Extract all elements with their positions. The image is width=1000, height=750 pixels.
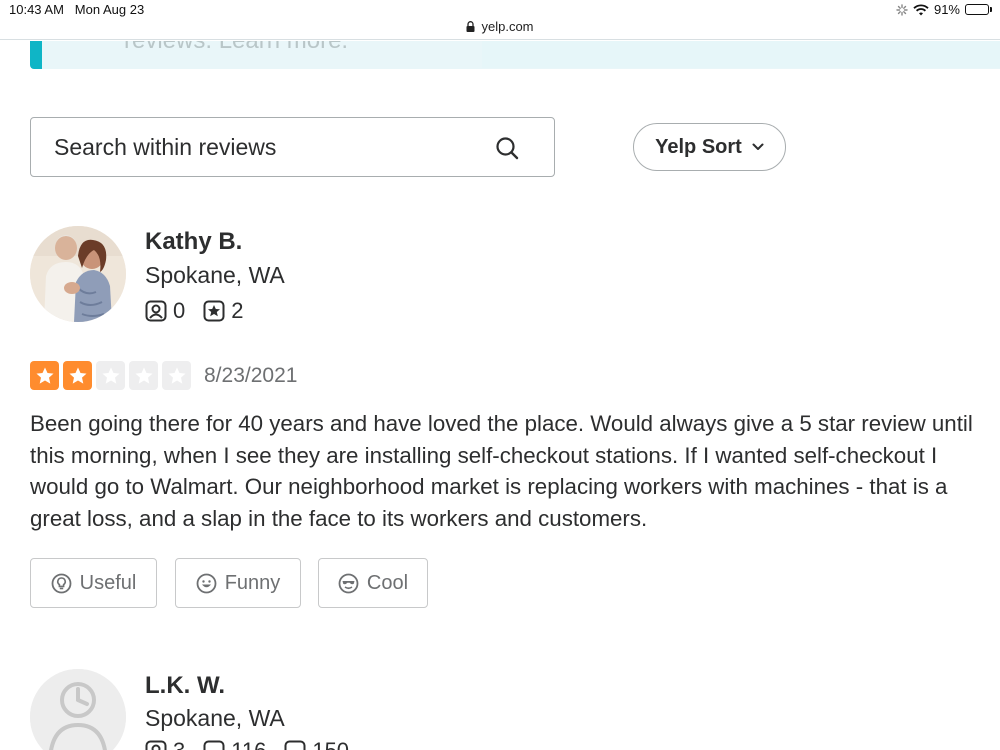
lightbulb-icon (51, 573, 72, 593)
star-icon (129, 361, 158, 390)
user-name[interactable]: Kathy B. (145, 228, 242, 256)
smiley-icon (196, 573, 217, 593)
photo-count: 150 (312, 738, 349, 750)
star-icon (30, 361, 59, 390)
photo-count-icon (284, 740, 306, 750)
review-count-icon (203, 740, 225, 750)
useful-button[interactable]: Useful (30, 558, 157, 608)
battery-icon (965, 4, 992, 15)
star-icon (63, 361, 92, 390)
user-location: Spokane, WA (145, 705, 285, 731)
funny-button[interactable]: Funny (175, 558, 301, 608)
user-name[interactable]: L.K. W. (145, 672, 225, 700)
avatar[interactable] (30, 226, 126, 322)
review-count-icon (203, 300, 225, 322)
chevron-down-icon (752, 143, 764, 150)
status-clock: 10:43 AM (9, 2, 64, 17)
friends-icon (145, 740, 167, 750)
sort-label: Yelp Sort (655, 135, 742, 158)
friends-count: 0 (173, 298, 186, 323)
status-date: Mon Aug 23 (74, 2, 145, 17)
friends-icon (145, 300, 167, 322)
sort-dropdown[interactable]: Yelp Sort (633, 123, 786, 171)
useful-label: Useful (79, 571, 137, 594)
avatar[interactable] (30, 669, 126, 750)
banner-panel (482, 41, 1000, 68)
sunglasses-icon (338, 573, 359, 593)
wifi-icon (913, 3, 929, 15)
default-avatar-icon (30, 669, 126, 750)
review-count: 116 (231, 738, 266, 750)
activity-spinner-icon (896, 3, 908, 16)
status-indicators: 91% (896, 2, 992, 17)
search-icon[interactable] (495, 136, 519, 160)
banner-text[interactable]: reviews. Learn more. (124, 41, 348, 55)
avatar-photo (30, 226, 126, 322)
battery-percent: 91% (933, 2, 960, 17)
url-text: yelp.com (481, 19, 534, 34)
review-date: 8/23/2021 (204, 364, 298, 387)
funny-label: Funny (224, 571, 281, 594)
info-banner: reviews. Learn more. (30, 41, 1000, 69)
user-stats: 3 116 150 (145, 738, 361, 750)
friends-count: 3 (173, 738, 185, 750)
review-count: 2 (231, 298, 244, 323)
star-icon (96, 361, 125, 390)
lock-icon (466, 21, 475, 32)
star-rating (30, 361, 191, 390)
user-stats: 0 2 (145, 298, 256, 324)
address-bar[interactable]: yelp.com (0, 19, 1000, 34)
cool-label: Cool (366, 571, 409, 594)
review-text: Been going there for 40 years and have l… (30, 411, 973, 531)
search-placeholder: Search within reviews (54, 133, 277, 160)
cool-button[interactable]: Cool (318, 558, 428, 608)
status-bar: 10:43 AM Mon Aug 23 yelp.com 91% (0, 0, 1000, 40)
status-time: 10:43 AM Mon Aug 23 (9, 2, 144, 17)
star-icon (162, 361, 191, 390)
user-location: Spokane, WA (145, 262, 285, 288)
search-input[interactable]: Search within reviews (30, 117, 555, 177)
